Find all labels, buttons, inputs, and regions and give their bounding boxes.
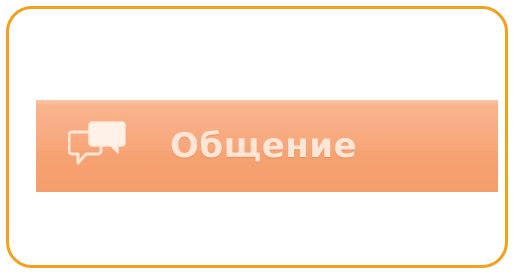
communication-label: Общение <box>170 126 358 166</box>
chat-bubbles-icon <box>67 118 132 174</box>
communication-button[interactable]: Общение <box>36 100 498 192</box>
